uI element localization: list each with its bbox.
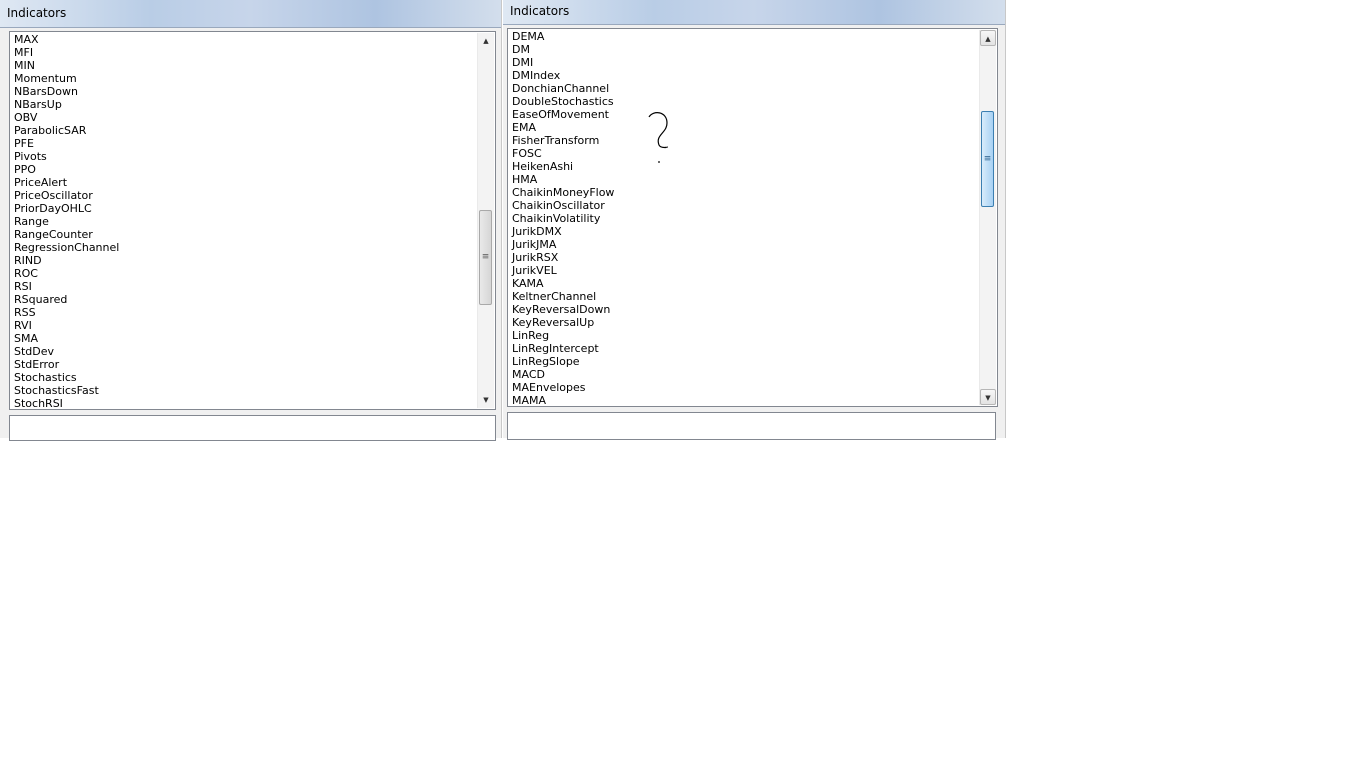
indicators-window-right: Indicators DEMA DM DMI DMIndex DonchianChann… xyxy=(503,0,1006,440)
list-item[interactable]: EMA xyxy=(512,121,614,134)
list-item[interactable]: RVI xyxy=(14,319,119,332)
list-item[interactable]: DoubleStochastics xyxy=(512,95,614,108)
list-item[interactable]: ParabolicSAR xyxy=(14,124,119,137)
list-item[interactable]: MIN xyxy=(14,59,119,72)
list-item[interactable]: RangeCounter xyxy=(14,228,119,241)
list-item[interactable]: JurikDMX xyxy=(512,225,614,238)
list-item[interactable]: RSI xyxy=(14,280,119,293)
list-item[interactable]: PriceAlert xyxy=(14,176,119,189)
window-title: Indicators xyxy=(503,0,1005,25)
vertical-scrollbar[interactable]: ▲ ≡ ▼ xyxy=(979,30,996,405)
list-item[interactable]: MAEnvelopes xyxy=(512,381,614,394)
list-item[interactable]: RSS xyxy=(14,306,119,319)
list-item[interactable]: ChaikinOscillator xyxy=(512,199,614,212)
list-item[interactable]: NBarsUp xyxy=(14,98,119,111)
scroll-down-arrow-icon[interactable]: ▼ xyxy=(980,389,996,405)
list-item[interactable]: RIND xyxy=(14,254,119,267)
list-item[interactable]: DMI xyxy=(512,56,614,69)
list-item[interactable]: LinRegIntercept xyxy=(512,342,614,355)
scroll-up-arrow-icon[interactable]: ▲ xyxy=(478,33,494,49)
list-item[interactable]: MACD xyxy=(512,368,614,381)
list-item[interactable]: StdError xyxy=(14,358,119,371)
grip-icon: ≡ xyxy=(481,252,490,262)
list-item[interactable]: KeyReversalUp xyxy=(512,316,614,329)
handwritten-question-mark-annotation xyxy=(648,112,668,163)
list-item[interactable]: EaseOfMovement xyxy=(512,108,614,121)
list-item[interactable]: HeikenAshi xyxy=(512,160,614,173)
list-item[interactable]: MFI xyxy=(14,46,119,59)
indicator-items: DEMA DM DMI DMIndex DonchianChannel DoubleSto… xyxy=(512,30,614,406)
list-item[interactable]: HMA xyxy=(512,173,614,186)
list-item[interactable]: DM xyxy=(512,43,614,56)
list-item[interactable]: NBarsDown xyxy=(14,85,119,98)
list-item[interactable]: Range xyxy=(14,215,119,228)
list-item[interactable]: JurikRSX xyxy=(512,251,614,264)
list-item[interactable]: MAMA xyxy=(512,394,614,406)
list-item[interactable]: JurikJMA xyxy=(512,238,614,251)
list-item[interactable]: KeyReversalDown xyxy=(512,303,614,316)
vertical-scrollbar[interactable]: ▲ ≡ ▼ xyxy=(477,33,494,408)
description-box xyxy=(9,415,496,441)
list-item[interactable]: ChaikinMoneyFlow xyxy=(512,186,614,199)
list-item[interactable]: LinReg xyxy=(512,329,614,342)
list-item[interactable]: PriceOscillator xyxy=(14,189,119,202)
list-item[interactable]: Momentum xyxy=(14,72,119,85)
list-item[interactable]: ChaikinVolatility xyxy=(512,212,614,225)
list-item[interactable]: DonchianChannel xyxy=(512,82,614,95)
list-item[interactable]: KAMA xyxy=(512,277,614,290)
list-item[interactable]: ROC xyxy=(14,267,119,280)
indicator-items: MAX MFI MIN Momentum NBarsDown NBarsUp OBV Para… xyxy=(14,33,119,409)
list-item[interactable]: KeltnerChannel xyxy=(512,290,614,303)
list-item[interactable]: JurikVEL xyxy=(512,264,614,277)
list-item[interactable]: Stochastics xyxy=(14,371,119,384)
list-item[interactable]: PFE xyxy=(14,137,119,150)
list-item[interactable]: FOSC xyxy=(512,147,614,160)
list-item[interactable]: PriorDayOHLC xyxy=(14,202,119,215)
list-item[interactable]: Pivots xyxy=(14,150,119,163)
indicators-window-left: Indicators MAX MFI MIN Momentum NBarsDown NBa… xyxy=(0,0,502,441)
list-item[interactable]: DMIndex xyxy=(512,69,614,82)
list-item[interactable]: FisherTransform xyxy=(512,134,614,147)
grip-icon: ≡ xyxy=(983,154,992,164)
list-item[interactable]: StochasticsFast xyxy=(14,384,119,397)
list-item[interactable]: LinRegSlope xyxy=(512,355,614,368)
scroll-thumb[interactable]: ≡ xyxy=(981,111,994,207)
list-item[interactable]: MAX xyxy=(14,33,119,46)
list-item[interactable]: RegressionChannel xyxy=(14,241,119,254)
list-item[interactable]: PPO xyxy=(14,163,119,176)
description-box xyxy=(507,412,996,440)
window-title: Indicators xyxy=(0,0,501,28)
list-item[interactable]: RSquared xyxy=(14,293,119,306)
list-item[interactable]: StdDev xyxy=(14,345,119,358)
scroll-down-arrow-icon[interactable]: ▼ xyxy=(478,392,494,408)
list-item[interactable]: OBV xyxy=(14,111,119,124)
list-item[interactable]: SMA xyxy=(14,332,119,345)
list-item[interactable]: DEMA xyxy=(512,30,614,43)
scroll-thumb[interactable]: ≡ xyxy=(479,210,492,305)
scroll-up-arrow-icon[interactable]: ▲ xyxy=(980,30,996,46)
list-item[interactable]: StochRSI xyxy=(14,397,119,409)
indicator-list[interactable]: DEMA DM DMI DMIndex DonchianChannel DoubleSto… xyxy=(507,28,998,407)
indicator-list[interactable]: MAX MFI MIN Momentum NBarsDown NBarsUp OBV Para… xyxy=(9,31,496,410)
